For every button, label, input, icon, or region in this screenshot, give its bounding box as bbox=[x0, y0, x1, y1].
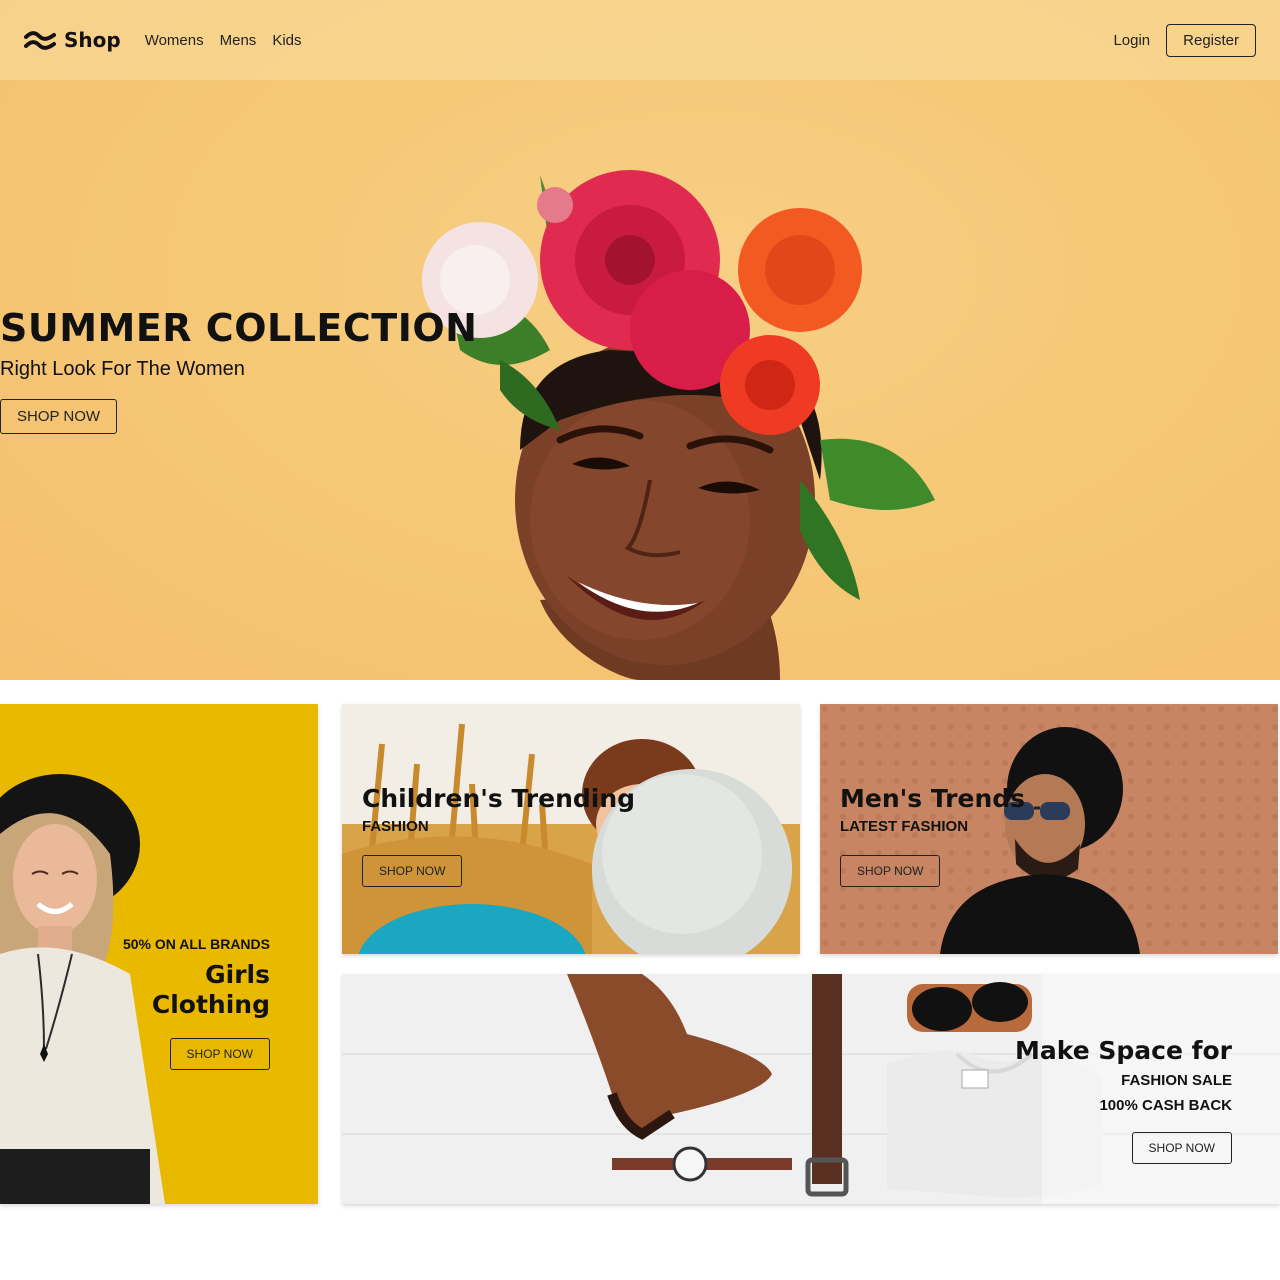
brand-logo[interactable]: Shop bbox=[24, 28, 121, 52]
kids-card-kicker: FASHION bbox=[362, 818, 429, 835]
promo-card-kids[interactable]: Children's Trending FASHION SHOP NOW bbox=[342, 704, 800, 954]
girls-card-kicker: 50% ON ALL BRANDS bbox=[122, 936, 270, 952]
register-button[interactable]: Register bbox=[1166, 23, 1256, 57]
kids-card-heading: Children's Trending bbox=[362, 784, 636, 813]
fashion-card-heading: Make Space for bbox=[1015, 1036, 1232, 1065]
fashion-card-kicker-cashback: 100% CASH BACK bbox=[1099, 1097, 1232, 1114]
promo-card-girls[interactable]: 50% ON ALL BRANDS Girls Clothing SHOP NO… bbox=[0, 704, 318, 1204]
girls-card-heading-line1: Girls bbox=[205, 960, 270, 989]
kids-card-text: Children's Trending FASHION SHOP NOW bbox=[362, 784, 635, 887]
men-card-text: Men's Trends LATEST FASHION SHOP NOW bbox=[840, 784, 1025, 887]
top-navbar: Shop Womens Mens Kids Login Register bbox=[0, 0, 1280, 80]
auth-nav: Login Register bbox=[1113, 23, 1256, 57]
kids-shop-now-button[interactable]: SHOP NOW bbox=[362, 855, 463, 887]
men-card-heading: Men's Trends bbox=[840, 784, 1026, 813]
promo-card-fashion-sale[interactable]: Make Space for FASHION SALE 100% CASH BA… bbox=[342, 974, 1280, 1204]
hero-banner: Shop Womens Mens Kids Login Register SUM… bbox=[0, 0, 1280, 680]
brand-name: Shop bbox=[64, 28, 121, 52]
girls-card-heading-line2: Clothing bbox=[151, 990, 270, 1019]
fashion-shop-now-button[interactable]: SHOP NOW bbox=[1131, 1132, 1232, 1164]
hero-text-block: SUMMER COLLECTION Right Look For The Wom… bbox=[0, 306, 477, 434]
men-card-kicker: LATEST FASHION bbox=[840, 818, 969, 835]
fashion-card-text: Make Space for FASHION SALE 100% CASH BA… bbox=[1015, 1036, 1232, 1164]
hero-title: SUMMER COLLECTION bbox=[0, 306, 478, 350]
nav-link-mens[interactable]: Mens bbox=[220, 32, 257, 49]
promo-card-men[interactable]: Men's Trends LATEST FASHION SHOP NOW bbox=[820, 704, 1278, 954]
hero-subtitle: Right Look For The Women bbox=[0, 358, 245, 380]
wave-logo-icon bbox=[24, 31, 56, 50]
men-shop-now-button[interactable]: SHOP NOW bbox=[840, 855, 941, 887]
fashion-card-kicker-sale: FASHION SALE bbox=[1121, 1072, 1232, 1089]
nav-link-kids[interactable]: Kids bbox=[272, 32, 301, 49]
nav-link-womens[interactable]: Womens bbox=[145, 32, 204, 49]
primary-nav: Womens Mens Kids bbox=[145, 32, 302, 49]
login-link[interactable]: Login bbox=[1113, 32, 1150, 49]
girls-card-text: 50% ON ALL BRANDS Girls Clothing SHOP NO… bbox=[123, 932, 270, 1070]
hero-shop-now-button[interactable]: SHOP NOW bbox=[0, 399, 118, 434]
girls-shop-now-button[interactable]: SHOP NOW bbox=[169, 1038, 270, 1070]
